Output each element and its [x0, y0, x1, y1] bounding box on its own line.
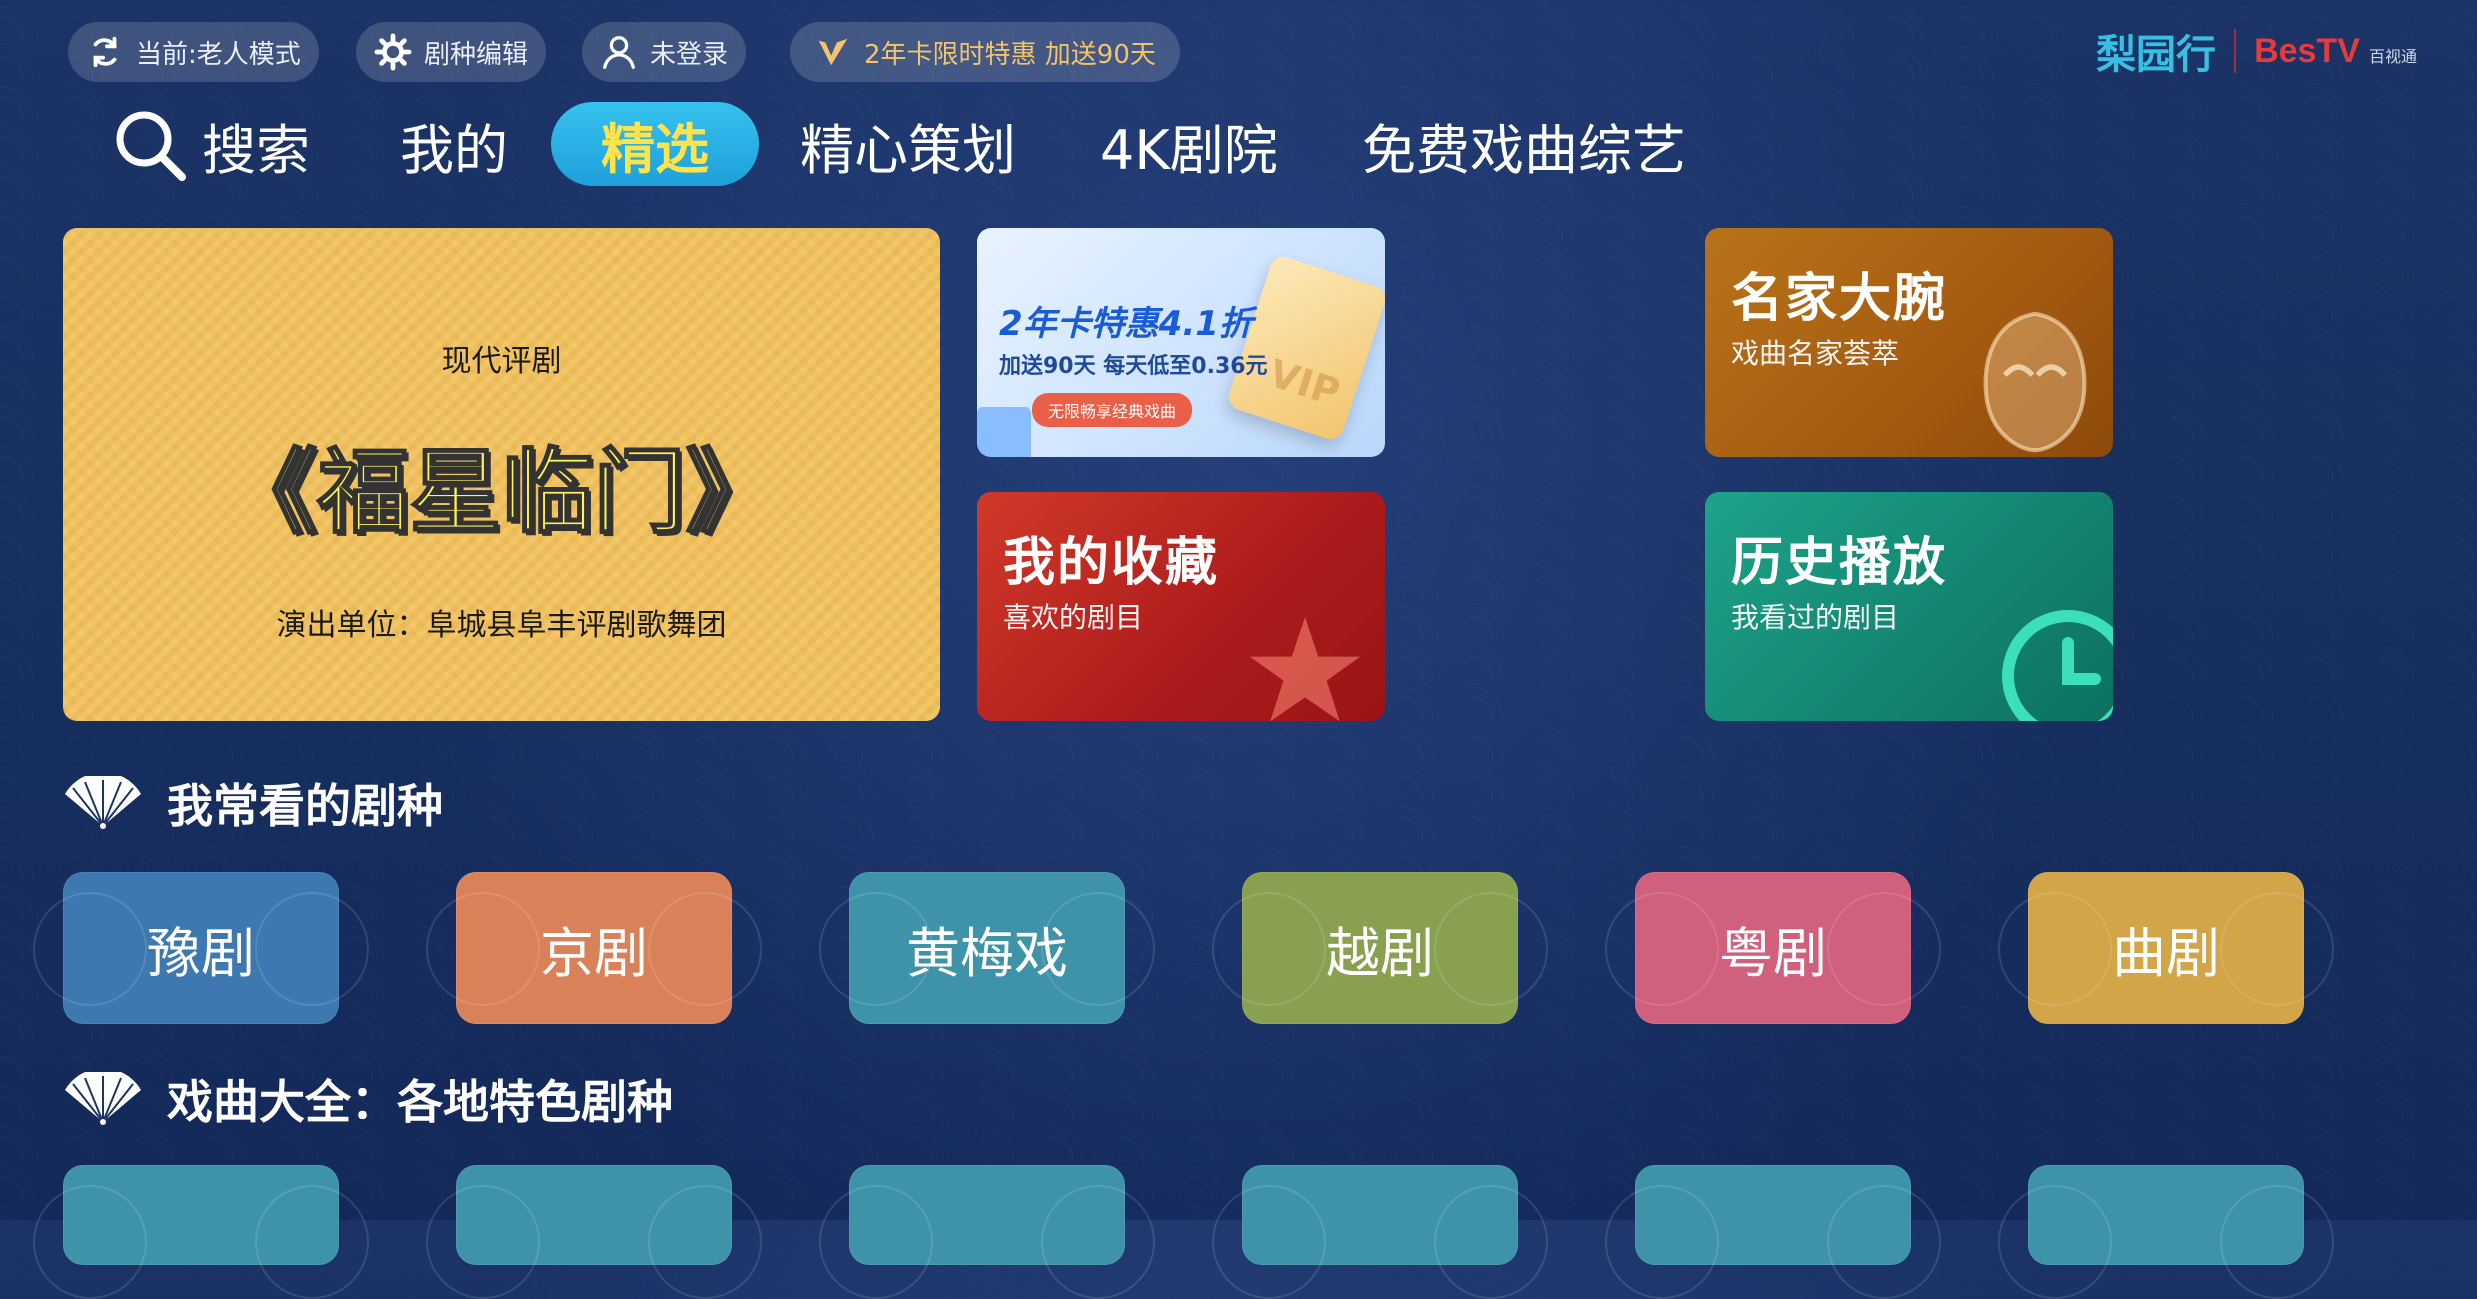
- masters-title: 名家大腕: [1731, 269, 1948, 329]
- mode-switch-button[interactable]: 当前:老人模式: [68, 22, 319, 82]
- liyuan-logo: 梨园行: [2096, 31, 2217, 78]
- favorites-title: 我的收藏: [1003, 533, 1220, 593]
- vip-card-text: VIP: [1263, 350, 1346, 415]
- nav-label-curated: 精心策划: [800, 118, 1016, 182]
- history-subtitle: 我看过的剧目: [1731, 601, 1900, 634]
- masters-tile[interactable]: 名家大腕 戏曲名家荟萃: [1705, 228, 2113, 457]
- feature-subtitle: 现代评剧: [441, 344, 562, 379]
- vip-v-icon: [818, 38, 848, 66]
- section-title-all: 戏曲大全：各地特色剧种: [167, 1075, 673, 1129]
- genre-chip-yuju[interactable]: 豫剧: [33, 872, 369, 1024]
- genre-label: 京剧: [540, 921, 648, 985]
- nav-label-search: 搜索: [202, 118, 310, 182]
- user-icon: [603, 36, 635, 69]
- nav-label-mine: 我的: [400, 118, 508, 182]
- logo-divider: [2234, 29, 2237, 73]
- gear-icon: [374, 33, 412, 71]
- section-all-genres: 戏曲大全：各地特色剧种: [63, 1066, 673, 1132]
- genre-chip-row2-3[interactable]: [819, 1165, 1155, 1299]
- refresh-icon: [93, 36, 117, 68]
- bestv-logo: BesTV: [2254, 32, 2360, 70]
- promo-headline: 2年卡特惠4.1折: [999, 304, 1253, 344]
- genre-chip-yueju-yue[interactable]: 粤剧: [1605, 872, 1941, 1024]
- genre-chip-huangmeixi[interactable]: 黄梅戏: [819, 872, 1155, 1024]
- nav-search[interactable]: 搜索: [110, 100, 310, 190]
- fan-icon: [65, 1072, 141, 1125]
- vip-promo-button[interactable]: 2年卡限时特惠 加送90天: [790, 22, 1180, 82]
- favorites-tile[interactable]: 我的收藏 喜欢的剧目: [977, 492, 1385, 721]
- genre-label: 黄梅戏: [906, 921, 1068, 985]
- masters-subtitle: 戏曲名家荟萃: [1731, 337, 1900, 370]
- nav-label-featured: 精选: [601, 117, 709, 181]
- nav-label-4k: 4K剧院: [1100, 118, 1278, 182]
- nav-4k-theater[interactable]: 4K剧院: [1100, 100, 1278, 190]
- genre-edit-button[interactable]: 剧种编辑: [356, 22, 547, 82]
- history-title: 历史播放: [1731, 533, 1948, 593]
- section-title-frequent: 我常看的剧种: [167, 779, 443, 833]
- promo-tag: 无限畅享经典戏曲: [1032, 393, 1193, 427]
- mode-label: 当前:老人模式: [136, 39, 301, 70]
- nav-featured[interactable]: 精选: [551, 102, 759, 186]
- star-icon: [1249, 617, 1361, 721]
- login-button[interactable]: 未登录: [582, 22, 747, 82]
- genre-label: 越剧: [1326, 921, 1434, 985]
- nav-curated[interactable]: 精心策划: [800, 100, 1016, 190]
- genre-chip-row2-1[interactable]: [33, 1165, 369, 1299]
- fan-icon: [65, 776, 141, 829]
- feature-title: 《福星临门》: [224, 437, 778, 547]
- genre-chip-quju[interactable]: 曲剧: [1998, 872, 2334, 1024]
- login-label: 未登录: [650, 39, 729, 70]
- genre-label: 豫剧: [147, 921, 255, 985]
- search-icon: [116, 111, 186, 181]
- genre-chip-row2-6[interactable]: [1998, 1165, 2334, 1299]
- nav-mine[interactable]: 我的: [400, 100, 508, 190]
- feature-unit: 演出单位：阜城县阜丰评剧歌舞团: [276, 608, 727, 643]
- bestv-sub: 百视通: [2368, 47, 2417, 66]
- clock-icon: [2002, 610, 2113, 721]
- history-tile[interactable]: 历史播放 我看过的剧目: [1705, 492, 2113, 721]
- vip-promo-card[interactable]: VIP 2年卡特惠4.1折 加送90天 每天低至0.36元 无限畅享经典戏曲: [977, 228, 1385, 457]
- gift-icon: [977, 407, 1031, 457]
- edit-label: 剧种编辑: [424, 39, 529, 70]
- nav-free-variety[interactable]: 免费戏曲综艺: [1362, 100, 1686, 190]
- nav-label-free: 免费戏曲综艺: [1362, 118, 1686, 182]
- section-frequent-genres: 我常看的剧种: [63, 770, 443, 836]
- genre-label: 粤剧: [1719, 921, 1827, 985]
- genre-label: 曲剧: [2112, 921, 2220, 985]
- vip-label: 2年卡限时特惠 加送90天: [864, 39, 1156, 70]
- genre-chip-row2-4[interactable]: [1212, 1165, 1548, 1299]
- genre-chip-yueju-zhe[interactable]: 越剧: [1212, 872, 1548, 1024]
- feature-banner[interactable]: 现代评剧 《福星临门》 演出单位：阜城县阜丰评剧歌舞团: [63, 228, 940, 721]
- genre-chip-row2-5[interactable]: [1605, 1165, 1941, 1299]
- genre-chip-jingju[interactable]: 京剧: [426, 872, 762, 1024]
- opera-mask-icon: [1983, 311, 2087, 453]
- brand-logo: 梨园行 BesTV 百视通: [2096, 22, 2417, 80]
- promo-detail: 加送90天 每天低至0.36元: [999, 354, 1268, 379]
- genre-chip-row2-2[interactable]: [426, 1165, 762, 1299]
- favorites-subtitle: 喜欢的剧目: [1003, 601, 1144, 634]
